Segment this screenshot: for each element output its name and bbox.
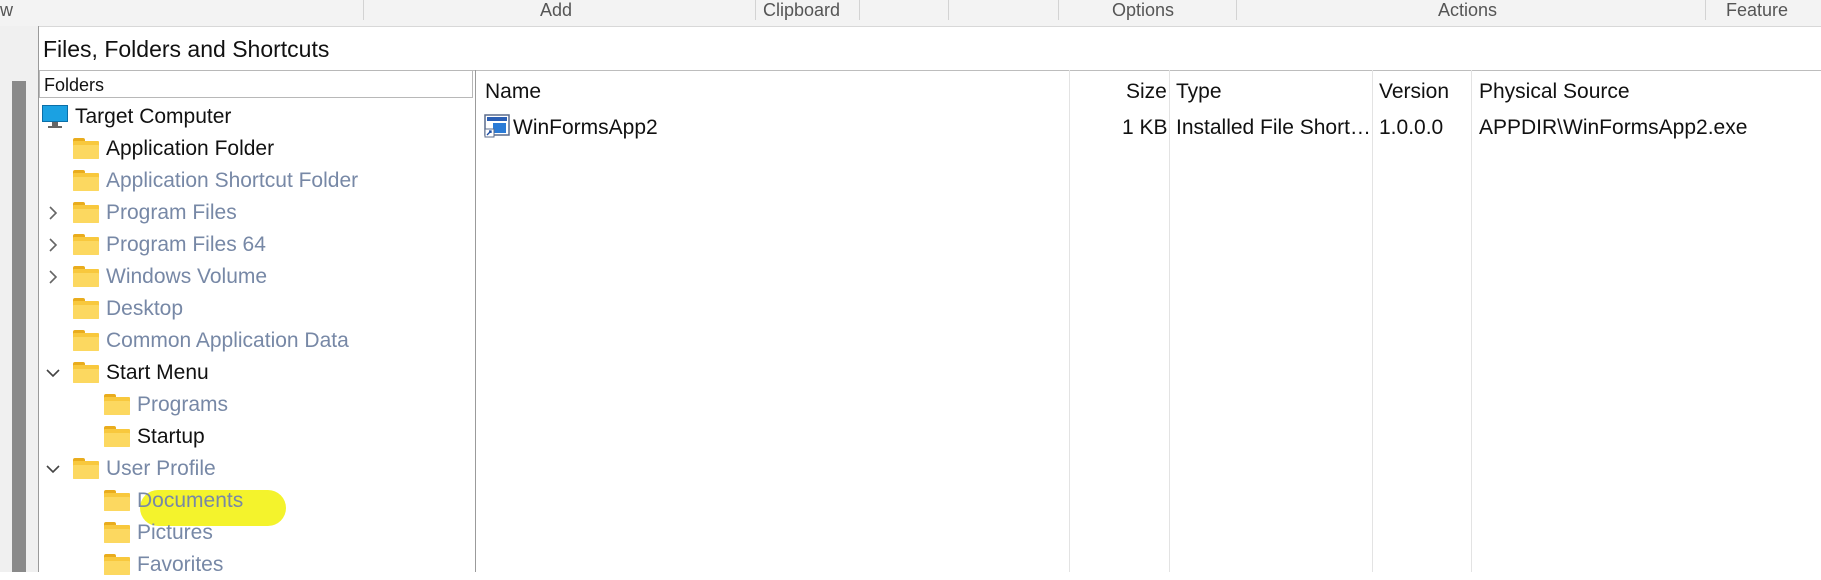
folder-icon [104, 522, 132, 544]
tree-item-label: Programs [137, 393, 229, 416]
folder-icon [104, 426, 132, 448]
tree-item-label: Application Folder [106, 137, 275, 160]
ribbon-group-view: w [0, 0, 13, 20]
tree-item-label: Program Files 64 [106, 233, 266, 256]
ribbon-group-clipboard: Clipboard [763, 0, 841, 20]
folder-icon [73, 202, 101, 224]
column-header-version[interactable]: Version [1379, 80, 1449, 104]
ribbon-group-actions: Actions [1438, 0, 1498, 20]
gutter-scrollbar[interactable] [12, 81, 26, 572]
tree-item-favorites[interactable]: Favorites [104, 550, 223, 580]
folder-icon [104, 490, 132, 512]
folder-icon [73, 362, 101, 384]
column-divider[interactable] [1372, 70, 1373, 572]
cell-version: 1.0.0.0 [1379, 116, 1444, 139]
tree-item-user-profile[interactable]: User Profile [43, 454, 216, 484]
ribbon-separator [755, 0, 756, 20]
tree-item-label: Application Shortcut Folder [106, 169, 359, 192]
tree-item-label: Windows Volume [106, 265, 268, 288]
column-header-size[interactable]: Size [1126, 80, 1167, 104]
tree-item-program-files[interactable]: Program Files [43, 198, 237, 228]
folder-icon [73, 234, 101, 256]
ribbon-separator [948, 0, 949, 20]
ribbon-separator [1236, 0, 1237, 20]
tree-item-windows-volume[interactable]: Windows Volume [43, 262, 267, 292]
ribbon-group-options: Options [1112, 0, 1175, 20]
tree-item-label: Documents [137, 489, 244, 512]
folder-icon [104, 554, 132, 576]
tree-item-documents[interactable]: Documents [104, 486, 243, 516]
column-divider[interactable] [1471, 70, 1472, 572]
cell-physical-source: APPDIR\WinFormsApp2.exe [1479, 116, 1748, 139]
ribbon-group-add: Add [540, 0, 573, 20]
tree-item-label: Target Computer [75, 105, 232, 128]
column-header-name[interactable]: Name [485, 80, 541, 104]
chevron-right-icon[interactable] [43, 267, 63, 287]
tree-item-label: Startup [137, 425, 205, 448]
chevron-down-icon[interactable] [43, 363, 63, 383]
folders-tree: Folders Target Computer Application Fold… [39, 70, 476, 576]
ribbon-separator [859, 0, 860, 20]
cell-size: 1 KB [1122, 116, 1168, 139]
column-header-type[interactable]: Type [1176, 80, 1222, 104]
computer-icon [42, 105, 70, 129]
tree-item-label: Start Menu [106, 361, 209, 384]
tree-item-label: Pictures [137, 521, 213, 544]
cell-name: WinFormsApp2 [513, 116, 658, 139]
tree-item-common-application-data[interactable]: Common Application Data [73, 326, 349, 356]
cell-type: Installed File Short… [1176, 116, 1371, 139]
folder-icon [104, 394, 132, 416]
ribbon-group-labels: w Add Clipboard Options Actions Feature [0, 0, 1821, 27]
files-list: Name Size Type Version Physical Source W… [476, 70, 1821, 572]
chevron-right-icon[interactable] [43, 235, 63, 255]
folder-icon [73, 138, 101, 160]
ribbon-separator [363, 0, 364, 20]
folder-icon [73, 266, 101, 288]
folder-icon [73, 458, 101, 480]
tree-item-start-menu[interactable]: Start Menu [43, 358, 209, 388]
ribbon-separator [1705, 0, 1706, 20]
tree-item-label: User Profile [106, 457, 216, 480]
ribbon-separator [1058, 0, 1059, 20]
chevron-down-icon[interactable] [43, 459, 63, 479]
tree-item-target-computer[interactable]: Target Computer [42, 102, 231, 132]
left-gutter [0, 26, 38, 572]
tree-item-label: Desktop [106, 297, 184, 320]
tree-item-label: Favorites [137, 553, 224, 576]
tree-item-pictures[interactable]: Pictures [104, 518, 213, 548]
folder-icon [73, 330, 101, 352]
tree-item-startup[interactable]: Startup [104, 422, 205, 452]
tree-item-programs[interactable]: Programs [104, 390, 228, 420]
tree-item-desktop[interactable]: Desktop [73, 294, 183, 324]
column-divider[interactable] [1069, 70, 1070, 572]
chevron-right-icon[interactable] [43, 203, 63, 223]
folder-icon [73, 298, 101, 320]
column-divider[interactable] [1169, 70, 1170, 572]
tree-item-application-shortcut-folder[interactable]: Application Shortcut Folder [73, 166, 358, 196]
tree-item-label: Program Files [106, 201, 237, 224]
column-header-physical-source[interactable]: Physical Source [1479, 80, 1630, 104]
tree-item-program-files-64[interactable]: Program Files 64 [43, 230, 266, 260]
folder-icon [73, 170, 101, 192]
tree-item-label: Common Application Data [106, 329, 349, 352]
tree-item-application-folder[interactable]: Application Folder [73, 134, 274, 164]
folders-header: Folders [39, 70, 473, 98]
ribbon-group-feature: Feature [1726, 0, 1789, 20]
shortcut-icon [484, 114, 510, 138]
view-title: Files, Folders and Shortcuts [43, 36, 330, 62]
